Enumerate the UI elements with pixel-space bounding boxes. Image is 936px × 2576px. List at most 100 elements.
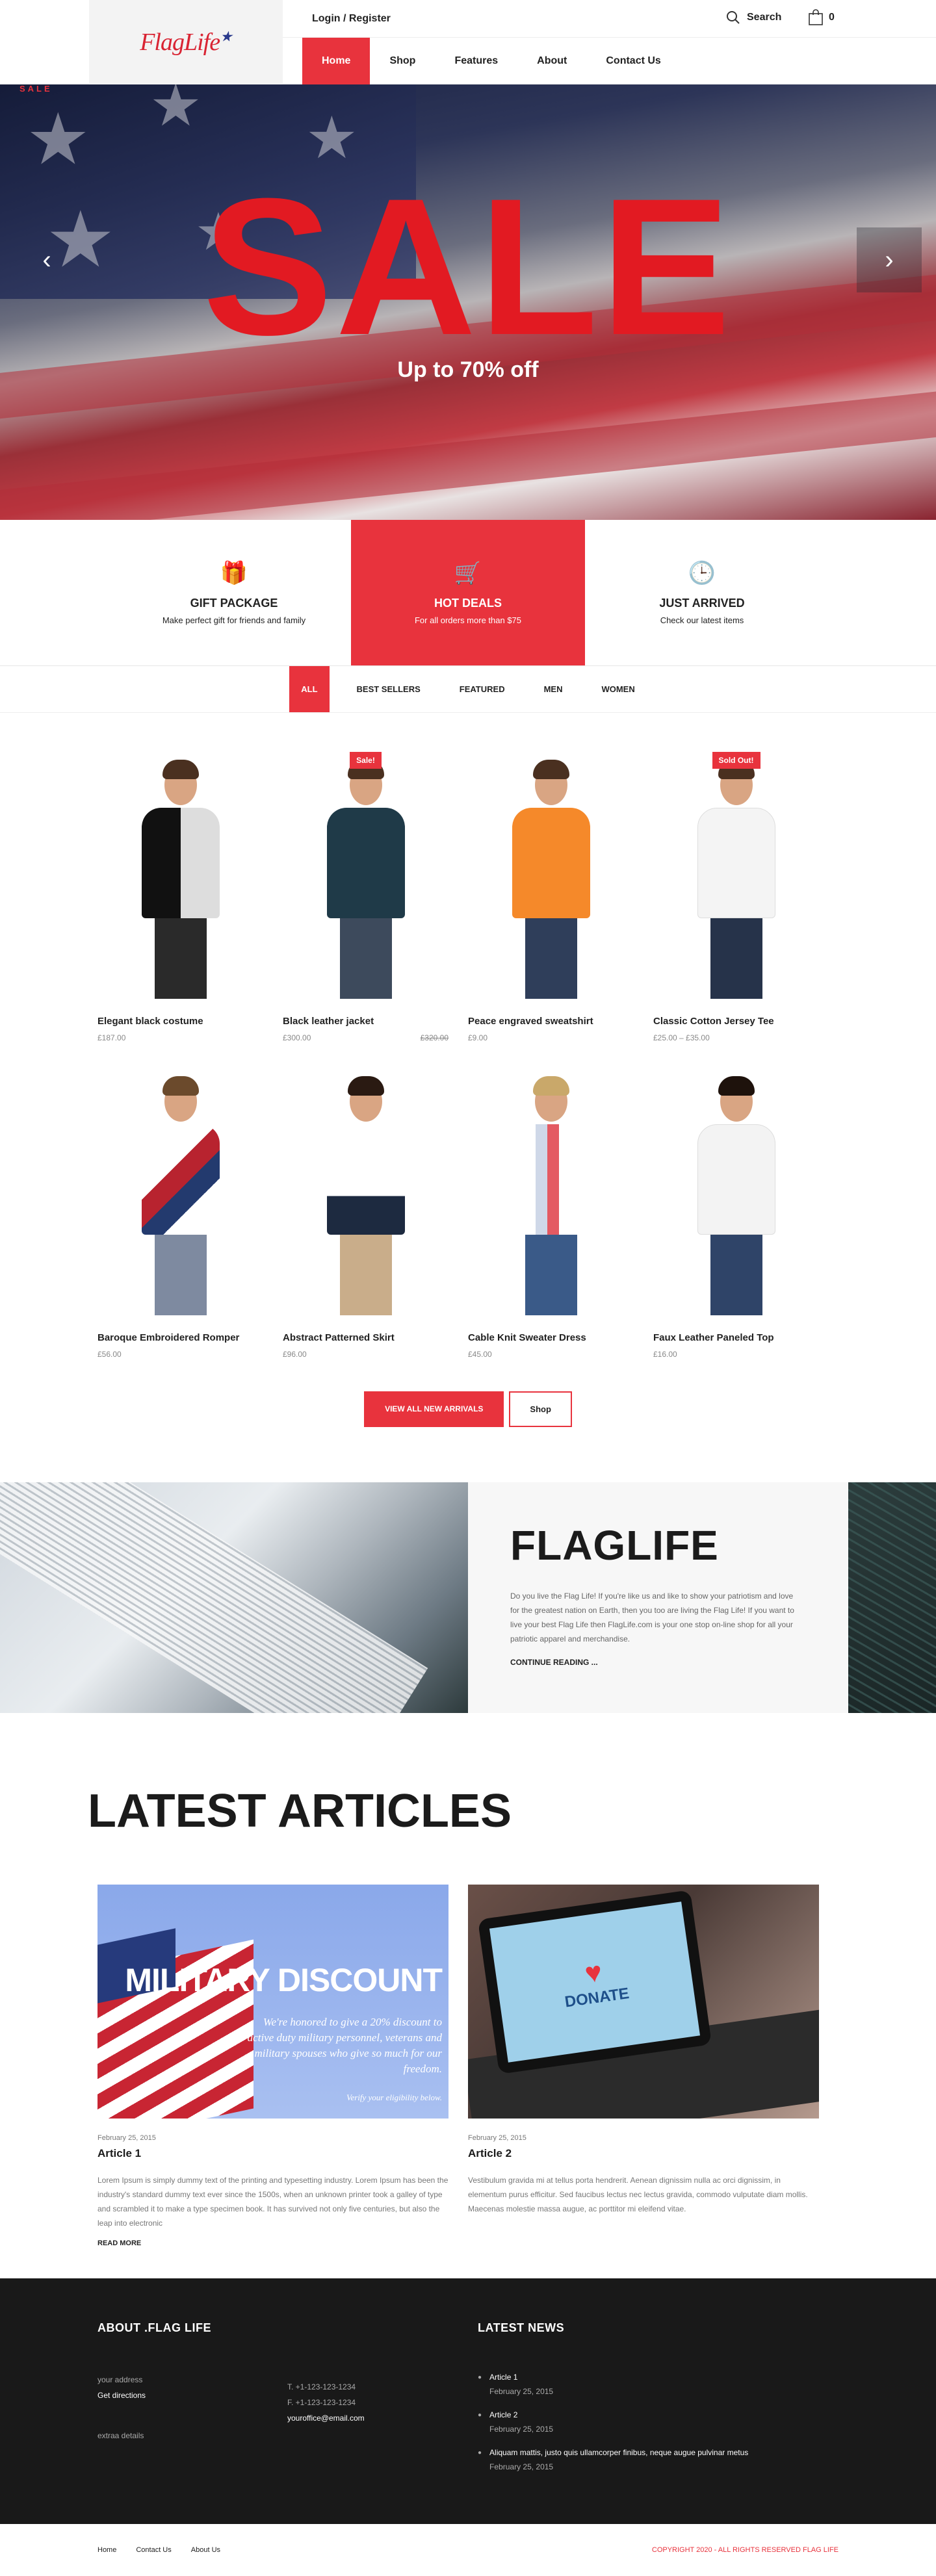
product-price: £9.00 <box>468 1033 488 1042</box>
product-name[interactable]: Black leather jacket <box>283 1016 468 1027</box>
news-date: February 25, 2015 <box>489 2387 554 2396</box>
product-grid: Elegant black costume £187.00 Sale! Blac… <box>98 713 838 1359</box>
model-photo <box>684 758 788 999</box>
product-card[interactable]: Elegant black costume £187.00 <box>98 752 283 1042</box>
model-photo <box>499 758 603 999</box>
feature-desc: For all orders more than $75 <box>414 615 522 625</box>
product-image[interactable] <box>98 1068 263 1315</box>
filter-sale[interactable]: SALE <box>8 84 928 93</box>
product-name[interactable]: Cable Knit Sweater Dress <box>468 1332 653 1343</box>
footer-extra: extraa details <box>98 2431 144 2440</box>
continue-reading-link[interactable]: CONTINUE READING ... <box>510 1658 848 1667</box>
product-card[interactable]: Baroque Embroidered Romper £56.00 <box>98 1068 283 1359</box>
footer-email-link[interactable]: youroffice@email.com <box>287 2414 365 2423</box>
cart-count: 0 <box>829 12 835 23</box>
news-title[interactable]: Article 2 <box>489 2410 553 2419</box>
product-card[interactable]: Cable Knit Sweater Dress £45.00 <box>468 1068 653 1359</box>
hero-star-icon: ★ <box>26 99 90 179</box>
product-image[interactable] <box>468 1068 634 1315</box>
footer-news: LATEST NEWS ● Article 1 February 25, 2015… <box>478 2321 748 2486</box>
news-item[interactable]: ● Article 1 February 25, 2015 <box>478 2373 748 2396</box>
product-image[interactable] <box>283 1068 448 1315</box>
footer-link-home[interactable]: Home <box>98 2546 116 2554</box>
get-directions-link[interactable]: Get directions <box>98 2391 211 2400</box>
product-name[interactable]: Abstract Patterned Skirt <box>283 1332 468 1343</box>
product-image[interactable]: Sale! <box>283 752 448 999</box>
article-title[interactable]: Article 2 <box>468 2147 819 2160</box>
sold-out-badge: Sold Out! <box>712 752 760 769</box>
product-name[interactable]: Elegant black costume <box>98 1016 283 1027</box>
product-card[interactable]: Peace engraved sweatshirt £9.00 <box>468 752 653 1042</box>
footer-link-contact[interactable]: Contact Us <box>136 2546 171 2554</box>
feature-just-arrived[interactable]: 🕒 JUST ARRIVED Check our latest items <box>585 520 819 665</box>
article-title[interactable]: Article 1 <box>98 2147 448 2160</box>
product-name[interactable]: Classic Cotton Jersey Tee <box>653 1016 838 1027</box>
image-subtitle: We're honored to give a 20% discount to … <box>247 2016 442 2075</box>
nav-shop[interactable]: Shop <box>370 38 435 84</box>
filter-men[interactable]: MEN <box>532 666 575 712</box>
shop-button[interactable]: Shop <box>509 1391 572 1427</box>
feature-hot-deals[interactable]: 🛒 HOT DEALS For all orders more than $75 <box>351 520 585 665</box>
footer-about-heading: ABOUT .FLAG LIFE <box>98 2321 211 2334</box>
bullet-icon: ● <box>478 2374 482 2381</box>
footer-address: your address <box>98 2375 143 2384</box>
news-title[interactable]: Aliquam mattis, justo quis ullamcorper f… <box>489 2448 748 2457</box>
model-photo <box>314 758 418 999</box>
footer-link-about[interactable]: About Us <box>191 2546 220 2554</box>
product-card[interactable]: Sale! Black leather jacket £300.00 £320.0… <box>283 752 468 1042</box>
cart-button[interactable]: 0 <box>808 9 835 26</box>
filter-women[interactable]: WOMEN <box>590 666 646 712</box>
product-card[interactable]: Abstract Patterned Skirt £96.00 <box>283 1068 468 1359</box>
main-nav: Home Shop Features About Contact Us <box>302 38 681 84</box>
filter-best-sellers[interactable]: BEST SELLERS <box>345 666 432 712</box>
slider-next-button[interactable]: › <box>857 227 922 292</box>
product-image[interactable] <box>98 752 263 999</box>
product-image[interactable]: Sold Out! <box>653 752 819 999</box>
copyright: COPYRIGHT 2020 - ALL RIGHTS RESERVED FLA… <box>651 2546 838 2554</box>
news-title[interactable]: Article 1 <box>489 2373 553 2382</box>
product-card[interactable]: Faux Leather Paneled Top £16.00 <box>653 1068 838 1359</box>
bullet-icon: ● <box>478 2449 482 2456</box>
product-name[interactable]: Baroque Embroidered Romper <box>98 1332 283 1343</box>
login-register-link[interactable]: Login / Register <box>312 13 391 25</box>
product-image[interactable] <box>468 752 634 999</box>
footer-fax: F. +1-123-123-1234 <box>287 2398 356 2407</box>
nav-about[interactable]: About <box>517 38 586 84</box>
nav-home[interactable]: Home <box>302 38 370 84</box>
product-name[interactable]: Peace engraved sweatshirt <box>468 1016 653 1027</box>
model-photo <box>129 758 233 999</box>
article-excerpt: Vestibulum gravida mi at tellus porta he… <box>468 2176 808 2213</box>
product-card[interactable]: Sold Out! Classic Cotton Jersey Tee £25.… <box>653 752 838 1042</box>
article-image[interactable]: MILITARY DISCOUNT We're honored to give … <box>98 1885 448 2119</box>
nav-features[interactable]: Features <box>435 38 517 84</box>
feature-strip: 🎁 GIFT PACKAGE Make perfect gift for fri… <box>0 520 936 666</box>
filter-all[interactable]: ALL <box>289 666 330 712</box>
article-date: February 25, 2015 <box>468 2134 526 2142</box>
chevron-left-icon: ‹ <box>42 245 51 274</box>
logo-star-icon: ★ <box>220 28 233 45</box>
filter-featured[interactable]: FEATURED <box>448 666 517 712</box>
gift-icon: 🎁 <box>220 561 248 586</box>
product-name[interactable]: Faux Leather Paneled Top <box>653 1332 838 1343</box>
hero-slider: ★ ★ ★ ★ ★ SALE Up to 70% off ‹ › <box>0 84 936 520</box>
footer-contact: T. +1-123-123-1234 F. +1-123-123-1234 yo… <box>287 2382 365 2423</box>
product-image[interactable] <box>653 1068 819 1315</box>
footer-bottom-bar: Home Contact Us About Us COPYRIGHT 2020 … <box>0 2524 936 2576</box>
hero-subtitle: Up to 70% off <box>397 357 539 382</box>
site-footer: ABOUT .FLAG LIFE your address Get direct… <box>0 2278 936 2524</box>
article-excerpt: Lorem Ipsum is simply dummy text of the … <box>98 2176 448 2228</box>
model-photo <box>314 1075 418 1315</box>
slider-prev-button[interactable]: ‹ <box>14 227 79 292</box>
nav-contact[interactable]: Contact Us <box>586 38 680 84</box>
feature-gift-package[interactable]: 🎁 GIFT PACKAGE Make perfect gift for fri… <box>117 520 351 665</box>
latest-articles: LATEST ARTICLES MILITARY DISCOUNT We're … <box>88 1713 838 2247</box>
search-button[interactable]: Search <box>726 10 781 25</box>
product-actions: VIEW ALL NEW ARRIVALS Shop <box>0 1391 936 1427</box>
view-all-arrivals-button[interactable]: VIEW ALL NEW ARRIVALS <box>364 1391 504 1427</box>
logo-link[interactable]: FlagLife★ <box>89 0 283 84</box>
product-filter-tabs: ALL BEST SELLERS FEATURED MEN WOMEN SALE <box>0 84 936 713</box>
article-image[interactable]: ♥ DONATE <box>468 1885 819 2119</box>
news-item[interactable]: ● Article 2 February 25, 2015 <box>478 2410 748 2434</box>
news-item[interactable]: ● Aliquam mattis, justo quis ullamcorper… <box>478 2448 748 2471</box>
read-more-link[interactable]: READ MORE <box>98 2239 448 2247</box>
